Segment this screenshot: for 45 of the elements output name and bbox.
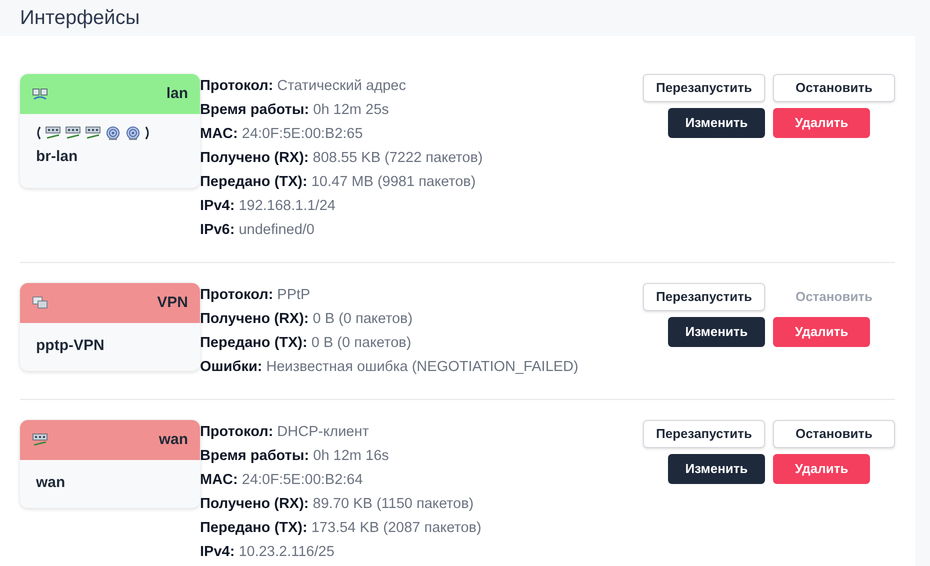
action-button[interactable]: Перезапустить	[643, 74, 766, 102]
action-button[interactable]: Удалить	[773, 108, 870, 138]
action-button[interactable]: Остановить	[773, 420, 895, 448]
detail-line: Передано (TX): 173.54 KB (2087 пакетов)	[200, 519, 482, 538]
detail-line: Передано (TX): 10.47 MB (9981 пакетов)	[200, 173, 477, 192]
detail-line: MAC: 24:0F:5E:00:B2:65	[200, 125, 364, 144]
detail-line: Время работы: 0h 12m 25s	[200, 101, 390, 120]
page-title: Интерфейсы	[20, 6, 140, 31]
detail-line: Передано (TX): 0 B (0 пакетов)	[200, 334, 412, 353]
device-name: pptp-VPN	[36, 336, 106, 356]
wireless-icon	[125, 126, 141, 140]
action-button[interactable]: Удалить	[773, 317, 870, 347]
device-name: wan	[36, 473, 66, 493]
action-button[interactable]: Остановить	[773, 74, 895, 102]
interface-name: wan	[158, 430, 188, 450]
interface-name: VPN	[157, 292, 188, 313]
device-name: br-lan	[36, 147, 79, 167]
detail-line: Ошибки: Неизвестная ошибка (NEGOTIATION_FAILED)	[200, 358, 580, 377]
detail-line: IPv6: undefined/0	[200, 221, 316, 240]
detail-line: Протокол: DHCP-клиент	[200, 423, 370, 442]
detail-line: IPv4: 192.168.1.1/24	[200, 197, 336, 216]
network-bridge-icon	[32, 88, 48, 100]
ethernet-port-icon	[65, 126, 81, 140]
action-button[interactable]: Перезапустить	[643, 420, 766, 448]
action-button[interactable]: Удалить	[773, 454, 870, 484]
detail-line: Протокол: Статический адрес	[200, 77, 407, 96]
detail-line: IPv4: 10.23.2.116/25	[200, 543, 336, 562]
detail-line: Получено (RX): 0 B (0 пакетов)	[200, 310, 414, 329]
detail-line: Время работы: 0h 12m 16s	[200, 447, 390, 466]
interface-name: lan	[166, 84, 188, 104]
action-button[interactable]: Изменить	[668, 454, 766, 484]
open-paren-icon	[36, 126, 41, 140]
ethernet-port-icon	[32, 433, 48, 447]
close-paren-icon	[145, 126, 150, 140]
action-button[interactable]: Перезапустить	[643, 283, 766, 311]
wireless-icon	[105, 126, 121, 140]
virtual-network-icon	[32, 296, 48, 310]
detail-line: Получено (RX): 89.70 KB (1150 пакетов)	[200, 495, 475, 514]
action-button[interactable]: Изменить	[668, 108, 766, 138]
ethernet-port-icon	[85, 126, 101, 140]
detail-line: MAC: 24:0F:5E:00:B2:64	[200, 471, 364, 490]
action-button[interactable]: Изменить	[668, 317, 766, 347]
detail-line: Получено (RX): 808.55 KB (7222 пакетов)	[200, 149, 484, 168]
ethernet-port-icon	[45, 126, 61, 140]
detail-line: Протокол: PPtP	[200, 286, 312, 305]
